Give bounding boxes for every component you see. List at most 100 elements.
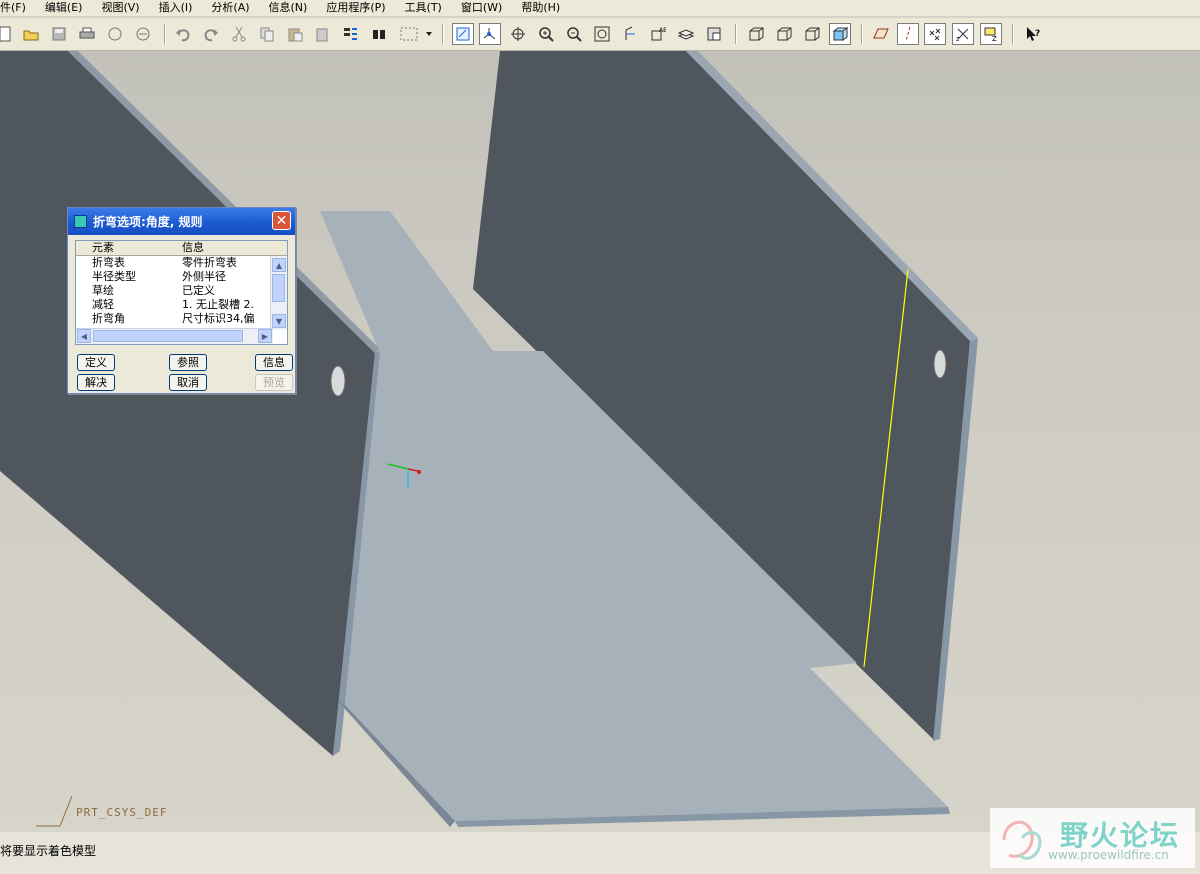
undo-icon[interactable] <box>172 23 194 45</box>
save-icon[interactable] <box>48 23 70 45</box>
paste-special-icon[interactable] <box>312 23 334 45</box>
spin-center-icon[interactable] <box>479 23 501 45</box>
row-info: 1. 无止裂槽 2. <box>182 298 254 311</box>
csys-triad <box>36 795 73 827</box>
repaint-icon[interactable] <box>452 23 474 45</box>
close-icon: ✕ <box>275 212 288 229</box>
regenerate-icon[interactable] <box>340 23 362 45</box>
axis-a3-marker <box>933 349 947 379</box>
table-row[interactable]: 半径类型 外侧半径 <box>76 270 287 284</box>
saved-views-icon[interactable]: AB <box>647 23 669 45</box>
context-help-icon[interactable]: ? <box>1022 23 1044 45</box>
scroll-right-icon[interactable]: ▶ <box>258 329 272 343</box>
view-manager-icon[interactable] <box>703 23 725 45</box>
menu-view[interactable]: 视图(V) <box>101 1 139 15</box>
watermark-logo-icon <box>1002 820 1042 860</box>
zoom-in-icon[interactable] <box>535 23 557 45</box>
bend-options-dialog: 折弯选项:角度, 规则 ✕ 元素 信息 折弯表 零件折弯表 半径类型 外侧半径 … <box>67 207 296 394</box>
cancel-button[interactable]: 取消 <box>169 374 207 391</box>
sheetmetal-model <box>0 51 978 827</box>
define-button[interactable]: 定义 <box>77 354 115 371</box>
paste-icon[interactable] <box>284 23 306 45</box>
print-icon[interactable] <box>76 23 98 45</box>
row-info: 外侧半径 <box>182 270 226 283</box>
model-viewport[interactable]: A_1 A_3 <box>0 51 1200 832</box>
menu-info[interactable]: 信息(N) <box>269 1 308 15</box>
svg-text:Z: Z <box>992 35 997 42</box>
table-header: 元素 信息 <box>76 241 287 256</box>
row-element: 减轻 <box>92 298 114 311</box>
menu-tools[interactable]: 工具(T) <box>405 1 442 15</box>
svg-text:Z: Z <box>956 37 960 42</box>
element-info-table: 元素 信息 折弯表 零件折弯表 半径类型 外侧半径 草绘 已定义 减轻 1. 无… <box>75 240 288 345</box>
column-header-element[interactable]: 元素 <box>76 241 180 255</box>
redo-icon[interactable] <box>200 23 222 45</box>
scroll-thumb[interactable] <box>93 330 243 342</box>
table-row[interactable]: 减轻 1. 无止裂槽 2. <box>76 298 287 312</box>
menu-edit[interactable]: 编辑(E) <box>45 1 83 15</box>
row-element: 草绘 <box>92 284 114 297</box>
row-info: 零件折弯表 <box>182 256 237 269</box>
orient-icon[interactable] <box>507 23 529 45</box>
dropdown-icon[interactable] <box>424 23 434 45</box>
hidden-line-icon[interactable] <box>773 23 795 45</box>
shading-icon[interactable] <box>829 23 851 45</box>
table-row[interactable]: 折弯表 零件折弯表 <box>76 256 287 270</box>
svg-text:AB: AB <box>659 27 666 34</box>
dialog-titlebar[interactable]: 折弯选项:角度, 规则 ✕ <box>68 208 295 235</box>
scroll-left-icon[interactable]: ◀ <box>77 329 91 343</box>
menu-window[interactable]: 窗口(W) <box>461 1 502 15</box>
cut-icon[interactable] <box>228 23 250 45</box>
open-folder-icon[interactable] <box>20 23 42 45</box>
table-row[interactable]: 草绘 已定义 <box>76 284 287 298</box>
axis-label-a3: A_3 <box>947 358 966 369</box>
left-wall-face <box>0 51 375 756</box>
preview-button: 预览 <box>255 374 293 391</box>
datum-plane-icon[interactable] <box>870 23 892 45</box>
main-toolbar: AB Z Z ? <box>0 18 1200 51</box>
row-info: 已定义 <box>182 284 215 297</box>
status-message: 将要显示着色模型 <box>0 844 97 858</box>
csys-label: PRT_CSYS_DEF <box>76 806 168 819</box>
send-mail-icon[interactable] <box>104 23 126 45</box>
resolve-button[interactable]: 解决 <box>77 374 115 391</box>
wireframe-icon[interactable] <box>745 23 767 45</box>
zoom-out-icon[interactable] <box>563 23 585 45</box>
menu-insert[interactable]: 插入(I) <box>159 1 193 15</box>
axis-a1-marker <box>330 365 346 397</box>
menu-bar: 件(F) 编辑(E) 视图(V) 插入(I) 分析(A) 信息(N) 应用程序(… <box>0 0 1200 16</box>
info-button[interactable]: 信息 <box>255 354 293 371</box>
row-element: 折弯角 <box>92 312 125 325</box>
references-button[interactable]: 参照 <box>169 354 207 371</box>
svg-text:?: ? <box>1035 29 1040 39</box>
forum-watermark: 野火论坛 www.proewildfire.cn <box>990 808 1195 868</box>
scroll-down-icon[interactable]: ▼ <box>272 314 286 328</box>
datum-point-icon[interactable] <box>924 23 946 45</box>
refit-icon[interactable] <box>591 23 613 45</box>
annotation-icon[interactable]: Z <box>980 23 1002 45</box>
no-hidden-icon[interactable] <box>801 23 823 45</box>
scroll-thumb[interactable] <box>272 274 285 302</box>
csys-icon[interactable]: Z <box>952 23 974 45</box>
column-header-info[interactable]: 信息 <box>180 241 260 255</box>
new-file-icon[interactable] <box>0 23 16 45</box>
menu-analysis[interactable]: 分析(A) <box>211 1 249 15</box>
close-button[interactable]: ✕ <box>272 211 291 230</box>
select-box-icon[interactable] <box>396 23 426 45</box>
table-row[interactable]: 折弯角 尺寸标识34,偏 <box>76 312 287 326</box>
menu-help[interactable]: 帮助(H) <box>521 1 560 15</box>
row-info: 尺寸标识34,偏 <box>182 312 255 325</box>
menu-applications[interactable]: 应用程序(P) <box>326 1 385 15</box>
scroll-up-icon[interactable]: ▲ <box>272 258 286 272</box>
find-icon[interactable] <box>368 23 390 45</box>
layers-icon[interactable] <box>675 23 697 45</box>
menu-file[interactable]: 件(F) <box>0 1 26 15</box>
copy-icon[interactable] <box>256 23 278 45</box>
horizontal-scrollbar[interactable]: ◀ ▶ <box>76 328 273 344</box>
watermark-url: www.proewildfire.cn <box>1048 848 1169 862</box>
mail-icon[interactable] <box>132 23 154 45</box>
view-normal-icon[interactable] <box>619 23 641 45</box>
row-element: 半径类型 <box>92 270 136 283</box>
datum-axis-icon[interactable] <box>897 23 919 45</box>
vertical-scrollbar[interactable]: ▲ ▼ <box>270 256 287 330</box>
